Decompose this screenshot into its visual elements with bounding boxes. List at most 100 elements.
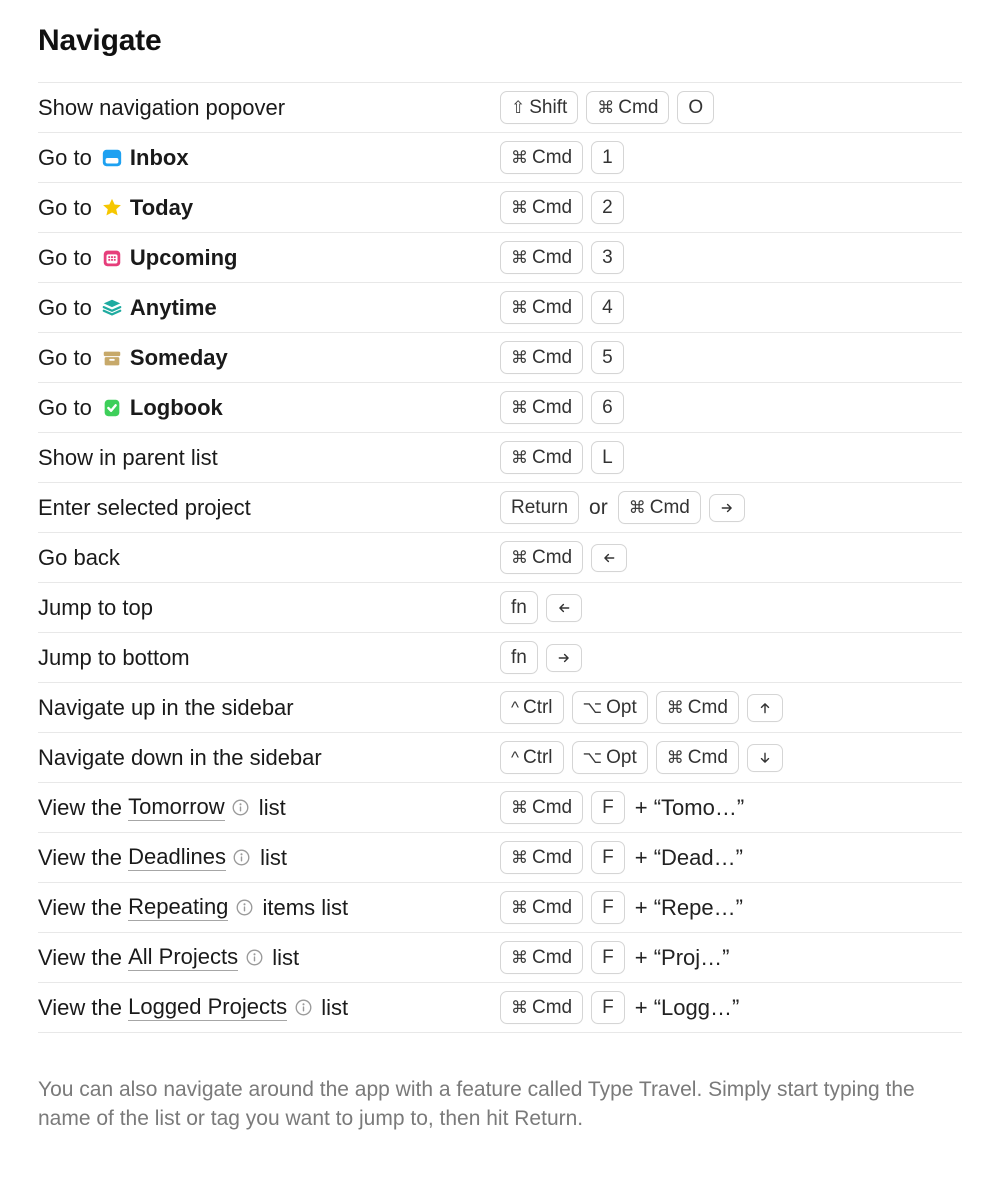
desc-link[interactable]: Deadlines — [128, 844, 226, 871]
key-arrow-left — [546, 594, 582, 622]
key-char-5: 5 — [591, 341, 624, 374]
shortcut-description: Navigate up in the sidebar — [38, 695, 500, 721]
key-cmd: ⌘ Cmd — [500, 391, 583, 424]
key-ctrl: ^ Ctrl — [500, 741, 564, 774]
shortcut-description: Go to Inbox — [38, 145, 500, 171]
shortcut-description: Go to Logbook — [38, 395, 500, 421]
shortcut-keys: ⇧ Shift⌘ CmdO — [500, 91, 962, 124]
desc-text: Navigate down in the sidebar — [38, 745, 322, 771]
shortcut-keys: ⌘ CmdL — [500, 441, 962, 474]
key-cmd: ⌘ Cmd — [500, 791, 583, 824]
key-arrow-up — [747, 694, 783, 722]
key-char-1: 1 — [591, 141, 624, 174]
desc-text: Jump to top — [38, 595, 153, 621]
desc-text: list — [315, 995, 348, 1021]
star-icon — [100, 196, 124, 220]
info-icon[interactable] — [244, 948, 264, 968]
shortcut-row: Go to Logbook⌘ Cmd6 — [38, 382, 962, 432]
info-icon[interactable] — [234, 898, 254, 918]
shortcut-row: Enter selected project Return or ⌘ Cmd — [38, 482, 962, 532]
key-cmd: ⌘ Cmd — [656, 691, 739, 724]
info-icon[interactable] — [231, 798, 251, 818]
info-icon[interactable] — [232, 848, 252, 868]
typed-query: + “Proj…” — [635, 945, 730, 971]
shortcut-keys: ⌘ Cmd6 — [500, 391, 962, 424]
shortcut-keys: fn — [500, 591, 962, 624]
desc-link[interactable]: Repeating — [128, 894, 228, 921]
key-char-F: F — [591, 791, 625, 824]
key-char-F: F — [591, 841, 625, 874]
key-arrow-right — [709, 494, 745, 522]
key-cmd: ⌘ Cmd — [500, 841, 583, 874]
shortcut-description: View the Tomorrow list — [38, 794, 500, 821]
shortcut-row: View the Logged Projects list⌘ CmdF+ “Lo… — [38, 982, 962, 1033]
shortcut-row: Go to Anytime⌘ Cmd4 — [38, 282, 962, 332]
desc-link[interactable]: All Projects — [128, 944, 238, 971]
key-ctrl: ^ Ctrl — [500, 691, 564, 724]
key-char-O: O — [677, 91, 714, 124]
shortcut-description: Go to Anytime — [38, 295, 500, 321]
key-return: Return — [500, 491, 579, 524]
key-char-3: 3 — [591, 241, 624, 274]
key-char-L: L — [591, 441, 624, 474]
key-fn: fn — [500, 641, 538, 674]
key-arrow-down — [747, 744, 783, 772]
key-cmd: ⌘ Cmd — [500, 991, 583, 1024]
info-icon[interactable] — [293, 998, 313, 1018]
shortcut-row: Go to Upcoming⌘ Cmd3 — [38, 232, 962, 282]
shortcut-keys: ⌘ CmdF+ “Logg…” — [500, 991, 962, 1024]
shortcut-description: Go to Upcoming — [38, 245, 500, 271]
desc-text: list — [253, 795, 286, 821]
shortcut-description: View the Deadlines list — [38, 844, 500, 871]
shortcut-row: Jump to bottomfn — [38, 632, 962, 682]
shortcut-keys: Return or ⌘ Cmd — [500, 491, 962, 524]
shortcut-keys: ^ Ctrl⌥ Opt⌘ Cmd — [500, 741, 962, 774]
desc-text: list — [254, 845, 287, 871]
shortcut-description: Show in parent list — [38, 445, 500, 471]
shortcut-keys: ⌘ Cmd3 — [500, 241, 962, 274]
shortcut-description: Go to Someday — [38, 345, 500, 371]
shortcut-description: Navigate down in the sidebar — [38, 745, 500, 771]
shortcut-keys: ⌘ CmdF + “Repe…” — [500, 891, 962, 924]
desc-text: Enter selected project — [38, 495, 251, 521]
typed-query: + “Tomo…” — [635, 795, 744, 821]
desc-destination: Anytime — [130, 295, 217, 321]
desc-link[interactable]: Logged Projects — [128, 994, 287, 1021]
key-cmd: ⌘ Cmd — [500, 341, 583, 374]
shortcut-description: Go to Today — [38, 195, 500, 221]
desc-text: Go to — [38, 195, 98, 221]
typed-query: + “Repe…” — [635, 895, 743, 921]
archive-icon — [100, 346, 124, 370]
shortcut-description: Enter selected project — [38, 495, 500, 521]
key-cmd: ⌘ Cmd — [500, 141, 583, 174]
desc-link[interactable]: Tomorrow — [128, 794, 225, 821]
key-char-F: F — [591, 991, 625, 1024]
shortcut-description: View the Repeating items list — [38, 894, 500, 921]
key-cmd: ⌘ Cmd — [656, 741, 739, 774]
shortcut-description: View the Logged Projects list — [38, 994, 500, 1021]
key-char-F: F — [591, 941, 625, 974]
shortcut-keys: ⌘ Cmd4 — [500, 291, 962, 324]
key-char-F: F — [591, 891, 625, 924]
key-connector: or — [589, 496, 608, 520]
desc-destination: Upcoming — [130, 245, 238, 271]
key-cmd: ⌘ Cmd — [500, 441, 583, 474]
shortcut-keys: ⌘ Cmd5 — [500, 341, 962, 374]
desc-text: Go back — [38, 545, 120, 571]
stack-icon — [100, 296, 124, 320]
shortcut-row: Go to Today⌘ Cmd2 — [38, 182, 962, 232]
shortcut-keys: ⌘ Cmd — [500, 541, 962, 574]
key-opt: ⌥ Opt — [572, 691, 648, 724]
shortcut-description: View the All Projects list — [38, 944, 500, 971]
key-cmd: ⌘ Cmd — [618, 491, 701, 524]
shortcut-row: Show in parent list⌘ CmdL — [38, 432, 962, 482]
key-arrow-left — [591, 544, 627, 572]
footnote-text: You can also navigate around the app wit… — [38, 1075, 943, 1134]
desc-text: View the — [38, 845, 128, 871]
shortcut-row: View the Tomorrow list⌘ CmdF + “Tomo…” — [38, 782, 962, 832]
key-cmd: ⌘ Cmd — [500, 891, 583, 924]
typed-query: + “Dead…” — [635, 845, 743, 871]
desc-text: View the — [38, 945, 128, 971]
shortcut-description: Jump to top — [38, 595, 500, 621]
shortcut-section: Navigate Show navigation popover⇧ Shift⌘… — [0, 0, 1000, 1193]
